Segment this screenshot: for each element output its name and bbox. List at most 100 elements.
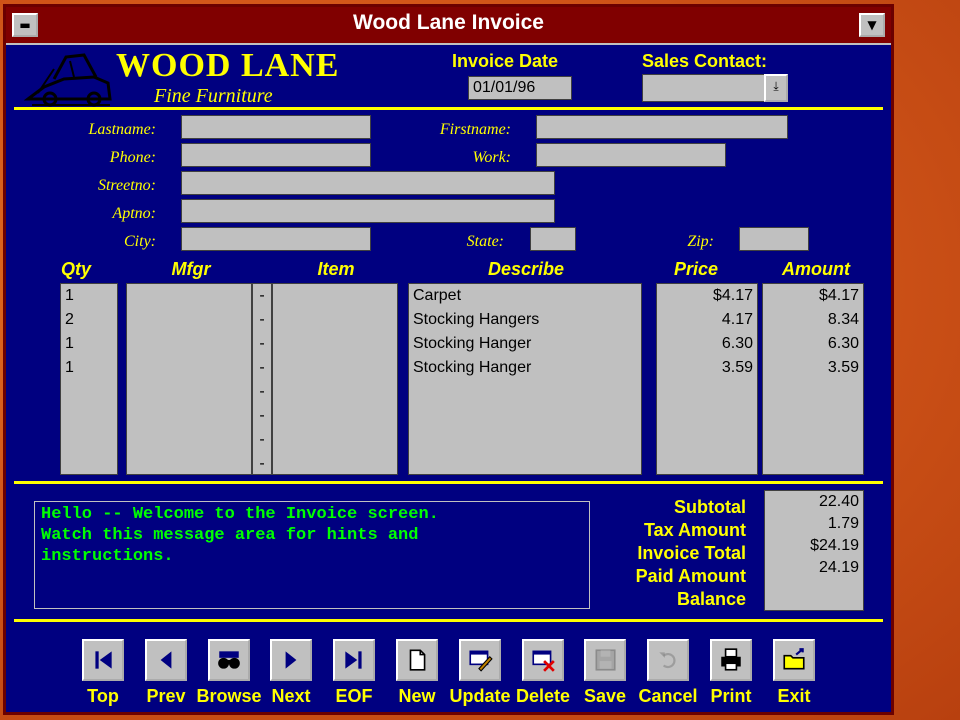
qty-cell[interactable]: 1 (61, 284, 117, 308)
streetno-field[interactable] (181, 171, 555, 195)
subtotal-value: 22.40 (818, 493, 859, 510)
price-header: Price (673, 259, 719, 279)
qty-cell[interactable]: 1 (61, 332, 117, 356)
prev-button[interactable] (145, 639, 187, 681)
describe-cell[interactable] (409, 380, 641, 404)
item-cell[interactable] (273, 356, 397, 380)
tax-value: 1.79 (827, 515, 859, 532)
describe-cell[interactable]: Carpet (409, 284, 641, 308)
zip-field[interactable] (739, 227, 809, 251)
phone-field[interactable] (181, 143, 371, 167)
sales-contact-dropdown[interactable]: ⤓ (764, 74, 788, 102)
price-cell[interactable]: $4.17 (657, 284, 757, 308)
qty-cell[interactable] (61, 428, 117, 452)
item-cell[interactable] (273, 404, 397, 428)
mfgr-column[interactable] (126, 283, 252, 475)
item-cell[interactable] (273, 284, 397, 308)
sales-contact-field[interactable] (642, 74, 766, 102)
cancel-button[interactable] (647, 639, 689, 681)
describe-cell[interactable] (409, 452, 641, 476)
mfgr-cell[interactable] (127, 380, 251, 404)
eof-button[interactable] (333, 639, 375, 681)
mfgr-cell[interactable] (127, 356, 251, 380)
browse-button[interactable] (208, 639, 250, 681)
item-column[interactable] (272, 283, 398, 475)
invoice-date-field[interactable]: 01/01/96 (468, 76, 572, 100)
price-cell[interactable] (657, 428, 757, 452)
exit-button-label[interactable]: Exit (759, 686, 829, 707)
delete-button[interactable] (522, 639, 564, 681)
describe-cell[interactable] (409, 404, 641, 428)
separator-cell: - (259, 407, 265, 424)
amount-column[interactable]: $4.17 8.34 6.30 3.59 (762, 283, 864, 475)
browse-button-label[interactable]: Browse (194, 686, 264, 707)
item-cell[interactable] (273, 380, 397, 404)
aptno-field[interactable] (181, 199, 555, 223)
top-button[interactable] (82, 639, 124, 681)
update-button-label[interactable]: Update (445, 686, 515, 707)
amount-cell[interactable]: $4.17 (763, 284, 863, 308)
exit-button[interactable] (773, 639, 815, 681)
price-column[interactable]: $4.17 4.17 6.30 3.59 (656, 283, 758, 475)
qty-cell[interactable] (61, 452, 117, 476)
price-cell[interactable]: 6.30 (657, 332, 757, 356)
item-cell[interactable] (273, 332, 397, 356)
mfgr-cell[interactable] (127, 452, 251, 476)
amount-cell[interactable]: 3.59 (763, 356, 863, 380)
print-button-label[interactable]: Print (696, 686, 766, 707)
describe-cell[interactable]: Stocking Hanger (409, 356, 641, 380)
separator-cell: - (259, 431, 265, 448)
describe-column[interactable]: Carpet Stocking Hangers Stocking Hanger Sto… (408, 283, 642, 475)
item-cell[interactable] (273, 452, 397, 476)
save-button[interactable] (584, 639, 626, 681)
save-button-label[interactable]: Save (570, 686, 640, 707)
mfgr-cell[interactable] (127, 284, 251, 308)
cancel-button-label[interactable]: Cancel (633, 686, 703, 707)
next-button-label[interactable]: Next (256, 686, 326, 707)
toolbar-divider (14, 619, 883, 622)
mfgr-cell[interactable] (127, 332, 251, 356)
item-cell[interactable] (273, 428, 397, 452)
price-cell[interactable] (657, 452, 757, 476)
qty-cell[interactable] (61, 404, 117, 428)
qty-column[interactable]: 1211 (60, 283, 118, 475)
delete-button-label[interactable]: Delete (508, 686, 578, 707)
mfgr-cell[interactable] (127, 308, 251, 332)
describe-cell[interactable]: Stocking Hangers (409, 308, 641, 332)
qty-cell[interactable] (61, 380, 117, 404)
amount-cell[interactable] (763, 428, 863, 452)
firstname-field[interactable] (536, 115, 788, 139)
paid-amount-value[interactable]: 24.19 (765, 557, 863, 579)
price-cell[interactable] (657, 404, 757, 428)
update-button[interactable] (459, 639, 501, 681)
item-cell[interactable] (273, 308, 397, 332)
state-field[interactable] (530, 227, 576, 251)
amount-cell[interactable]: 8.34 (763, 308, 863, 332)
eof-button-label[interactable]: EOF (319, 686, 389, 707)
qty-cell[interactable]: 2 (61, 308, 117, 332)
describe-cell[interactable] (409, 428, 641, 452)
qty-cell[interactable]: 1 (61, 356, 117, 380)
amount-cell[interactable] (763, 452, 863, 476)
price-cell[interactable] (657, 380, 757, 404)
mfgr-cell[interactable] (127, 404, 251, 428)
top-button-label[interactable]: Top (68, 686, 138, 707)
city-field[interactable] (181, 227, 371, 251)
next-button[interactable] (270, 639, 312, 681)
amount-cell[interactable] (763, 404, 863, 428)
prev-button-label[interactable]: Prev (131, 686, 201, 707)
new-button-label[interactable]: New (382, 686, 452, 707)
work-field[interactable] (536, 143, 726, 167)
amount-cell[interactable]: 6.30 (763, 332, 863, 356)
invoice-window: ▬ Wood Lane Invoice ▼ WOOD LANE Fine Fur… (3, 4, 894, 715)
amount-cell[interactable] (763, 380, 863, 404)
separator-cell: - (259, 383, 265, 400)
describe-cell[interactable]: Stocking Hanger (409, 332, 641, 356)
price-cell[interactable]: 3.59 (657, 356, 757, 380)
new-button[interactable] (396, 639, 438, 681)
mfgr-cell[interactable] (127, 428, 251, 452)
price-cell[interactable]: 4.17 (657, 308, 757, 332)
window-dropdown-button[interactable]: ▼ (859, 13, 885, 37)
lastname-field[interactable] (181, 115, 371, 139)
print-button[interactable] (710, 639, 752, 681)
